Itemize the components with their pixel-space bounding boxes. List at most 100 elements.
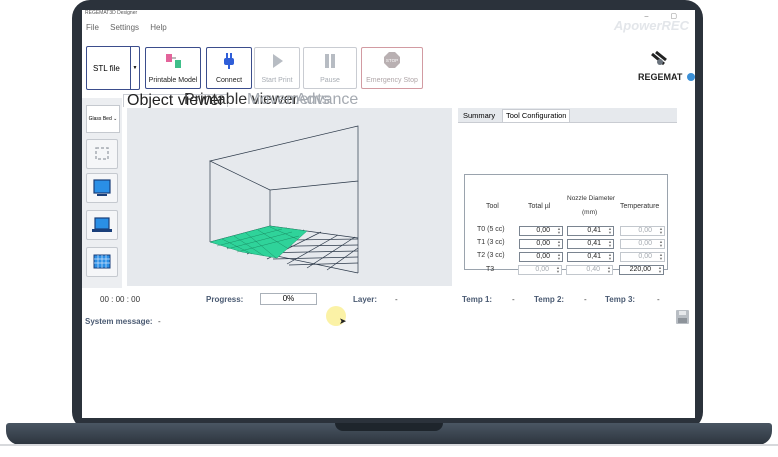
window-title: REGEMAT3D Designer (85, 10, 138, 16)
menu-help[interactable]: Help (150, 23, 166, 32)
tool-name: T3 (486, 266, 495, 273)
save-icon (678, 311, 687, 323)
temperature-input[interactable]: 0,00 ▲ ▼ (620, 239, 665, 249)
system-message-label: System message: (85, 317, 153, 326)
floor-line (0, 444, 778, 446)
stop-sign-text: STOP (386, 58, 398, 63)
col-header-temperature: Temperature (620, 203, 660, 210)
tab-summary[interactable]: Summary (460, 110, 498, 122)
object-viewer-canvas[interactable] (127, 108, 452, 286)
nozzle-value: 0,41 (587, 227, 601, 234)
fit-view-icon (95, 147, 109, 160)
total-input[interactable]: 0,00 ▲ ▼ (519, 226, 563, 236)
app-window: REGEMAT3D Designer – ▢ ApowerREC File Se… (82, 10, 695, 418)
temp2-value: - (584, 295, 587, 304)
tab-advance[interactable]: Advance (293, 92, 361, 108)
spinner-arrows-icon[interactable]: ▲ ▼ (607, 266, 611, 274)
stop-sign-icon: STOP (384, 52, 400, 68)
spinner-arrows-icon[interactable]: ▲ ▼ (557, 253, 561, 261)
col-header-tool: Tool (486, 203, 499, 210)
view-front-button[interactable] (86, 173, 118, 203)
save-log-button[interactable] (676, 310, 689, 324)
menu-settings[interactable]: Settings (110, 23, 139, 32)
regemat-logo-icon (651, 50, 667, 66)
spinner-arrows-icon[interactable]: ▲ ▼ (658, 266, 662, 274)
menu-bar: File Settings Help (82, 23, 172, 35)
elapsed-time: 00 : 00 : 00 (100, 295, 141, 304)
temperature-input[interactable]: 220,00 ▲ ▼ (619, 265, 664, 275)
col-header-nozzle-unit: (mm) (582, 209, 598, 216)
spinner-arrows-icon[interactable]: ▲ ▼ (608, 253, 612, 261)
grid-icon (93, 254, 111, 269)
tool-table: Tool Total µl Nozzle Diameter (mm) Tempe… (464, 174, 668, 270)
mouse-cursor-icon: ➤ (339, 316, 347, 326)
recorder-watermark: ApowerREC (613, 18, 689, 33)
total-value: 0,00 (535, 266, 549, 273)
progress-value: 0% (282, 294, 295, 303)
spinner-arrows-icon[interactable]: ▲ ▼ (557, 240, 561, 248)
bed-select[interactable]: Glass Bed ⌄ (86, 105, 120, 133)
view-top-button[interactable] (86, 210, 118, 240)
temperature-value: 0,00 (638, 240, 652, 247)
temperature-input[interactable]: 0,00 ▲ ▼ (620, 252, 665, 262)
spinner-arrows-icon[interactable]: ▲ ▼ (659, 253, 663, 261)
printable-model-button[interactable]: Printable Model (145, 47, 201, 89)
spinner-arrows-icon[interactable]: ▲ ▼ (557, 227, 561, 235)
tool-name: T2 (3 cc) (477, 252, 505, 259)
pause-button[interactable]: Pause (303, 47, 357, 89)
brand-logo: REGEMAT (638, 72, 683, 82)
nozzle-input[interactable]: 0,40 ▲ ▼ (566, 265, 613, 275)
temp1-label: Temp 1: (462, 295, 493, 304)
start-print-label: Start Print (261, 77, 293, 84)
printable-model-icon (166, 54, 181, 68)
spinner-arrows-icon[interactable]: ▲ ▼ (608, 240, 612, 248)
nozzle-input[interactable]: 0,41 ▲ ▼ (567, 239, 614, 249)
nozzle-value: 0,40 (586, 266, 600, 273)
tool-name: T0 (5 cc) (477, 226, 505, 233)
total-value: 0,00 (536, 227, 550, 234)
temp3-label: Temp 3: (605, 295, 636, 304)
emergency-stop-label: Emergency Stop (366, 77, 418, 84)
spinner-arrows-icon[interactable]: ▲ ▼ (659, 227, 663, 235)
brand-logo-dot (687, 73, 695, 81)
nozzle-input[interactable]: 0,41 ▲ ▼ (567, 252, 614, 262)
build-plate-area (209, 225, 308, 259)
spinner-arrows-icon[interactable]: ▲ ▼ (556, 266, 560, 274)
connect-button[interactable]: Connect (206, 47, 252, 89)
spinner-arrows-icon[interactable]: ▲ ▼ (659, 240, 663, 248)
col-header-total: Total µl (528, 203, 551, 210)
temperature-input[interactable]: 0,00 ▲ ▼ (620, 226, 665, 236)
pause-icon (325, 54, 335, 68)
temperature-value: 220,00 (629, 266, 651, 273)
temperature-value: 0,00 (638, 253, 652, 260)
progress-label: Progress: (206, 295, 244, 304)
total-input[interactable]: 0,00 ▲ ▼ (519, 252, 563, 262)
tab-tool-configuration[interactable]: Tool Configuration (502, 109, 571, 122)
emergency-stop-button[interactable]: STOP Emergency Stop (361, 47, 423, 89)
total-input[interactable]: 0,00 ▲ ▼ (518, 265, 562, 275)
tool-name: T1 (3 cc) (477, 239, 505, 246)
fit-view-button[interactable] (86, 139, 118, 169)
total-input[interactable]: 0,00 ▲ ▼ (519, 239, 563, 249)
nozzle-value: 0,41 (587, 240, 601, 247)
printable-model-label: Printable Model (148, 77, 198, 84)
spinner-arrows-icon[interactable]: ▲ ▼ (608, 227, 612, 235)
layer-label: Layer: (353, 295, 378, 304)
menu-file[interactable]: File (86, 23, 99, 32)
chevron-down-icon[interactable]: ▼ (130, 47, 139, 89)
nozzle-input[interactable]: 0,41 ▲ ▼ (567, 226, 614, 236)
col-header-nozzle: Nozzle Diameter (567, 195, 616, 202)
grid-view-button[interactable] (86, 247, 118, 277)
layer-value: - (395, 295, 398, 304)
system-message-value: - (158, 317, 161, 326)
temp2-label: Temp 2: (534, 295, 565, 304)
pause-label: Pause (320, 77, 340, 84)
total-value: 0,00 (536, 240, 550, 247)
temperature-value: 0,00 (638, 227, 652, 234)
connect-label: Connect (215, 77, 243, 84)
stl-file-label: STL file (93, 64, 120, 73)
start-print-button[interactable]: Start Print (254, 47, 300, 89)
print-volume-wireframe (208, 125, 359, 274)
title-bar: REGEMAT3D Designer (82, 10, 695, 20)
stl-file-dropdown[interactable]: STL file ▼ (86, 46, 140, 90)
